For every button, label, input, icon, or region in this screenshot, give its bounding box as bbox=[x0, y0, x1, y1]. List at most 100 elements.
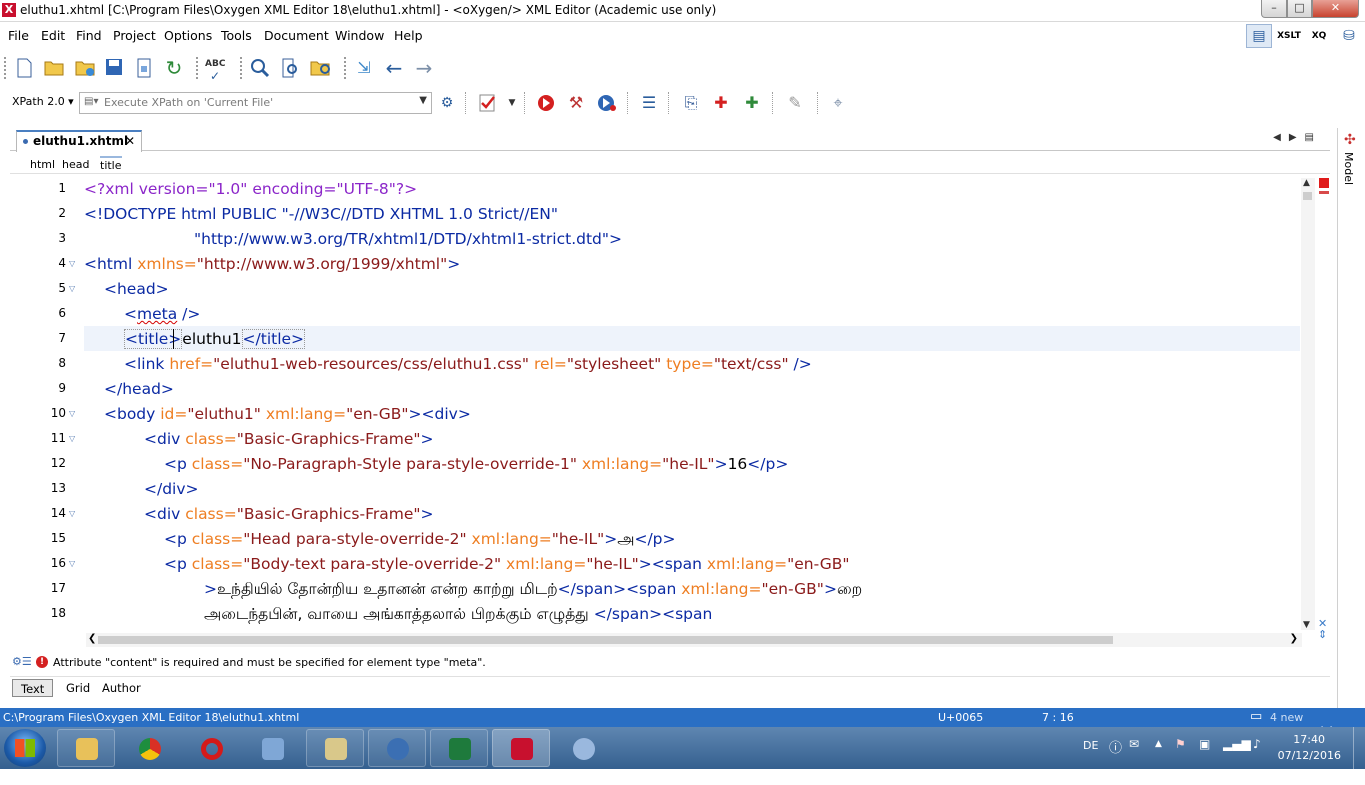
model-view-tab[interactable]: Model bbox=[1342, 152, 1355, 185]
fold-toggle-icon[interactable]: ▽ bbox=[69, 284, 75, 293]
find-replace-folder-icon[interactable] bbox=[310, 58, 330, 78]
toolbar-grip[interactable] bbox=[4, 57, 7, 79]
fold-toggle-icon[interactable]: ▽ bbox=[69, 409, 75, 418]
help-icon[interactable]: ⓘ bbox=[1109, 737, 1122, 756]
toolbar-grip[interactable] bbox=[240, 57, 243, 79]
menu-edit[interactable]: Edit bbox=[41, 28, 65, 43]
vertical-scroll-thumb[interactable] bbox=[1303, 192, 1312, 200]
maximize-button[interactable]: □ bbox=[1287, 0, 1312, 18]
tab-author-mode[interactable]: Author bbox=[94, 679, 149, 697]
scroll-right-icon[interactable]: ❯ bbox=[1290, 633, 1298, 644]
show-desktop-button[interactable] bbox=[1353, 727, 1365, 769]
close-button[interactable]: ✕ bbox=[1312, 0, 1359, 18]
pin-red-icon[interactable]: ✚ bbox=[711, 93, 731, 113]
xquery-debugger-perspective[interactable]: XQ bbox=[1306, 24, 1332, 48]
fold-toggle-icon[interactable]: ▽ bbox=[69, 259, 75, 268]
close-tab-icon[interactable]: ✕ bbox=[125, 134, 135, 148]
find-icon[interactable] bbox=[250, 58, 270, 78]
scroll-down-icon[interactable]: ▼ bbox=[1303, 620, 1310, 630]
breadcrumb-title[interactable]: title bbox=[100, 156, 122, 172]
pin-green-icon[interactable]: ✚ bbox=[742, 93, 762, 113]
last-edit-location-icon[interactable]: ⇲ bbox=[354, 58, 374, 78]
breadcrumb-head[interactable]: head bbox=[62, 158, 89, 171]
thunderbird-taskbar-icon[interactable] bbox=[368, 729, 426, 767]
notepad-taskbar-icon[interactable] bbox=[306, 729, 364, 767]
fold-toggle-icon[interactable]: ▽ bbox=[69, 434, 75, 443]
chevron-down-icon[interactable]: ▼ bbox=[419, 95, 427, 106]
print-preview-icon[interactable] bbox=[134, 58, 154, 78]
fold-toggle-icon[interactable]: ▽ bbox=[69, 509, 75, 518]
xpath-history-icon[interactable]: ▤▾ bbox=[84, 96, 98, 107]
editor-perspective-icon[interactable]: ▤ bbox=[1246, 24, 1272, 48]
toolbar-grip[interactable] bbox=[344, 57, 347, 79]
scroll-up-icon[interactable]: ▲ bbox=[1303, 178, 1310, 188]
chrome-taskbar-icon[interactable] bbox=[120, 729, 178, 767]
error-marker[interactable] bbox=[1319, 191, 1329, 194]
menu-find[interactable]: Find bbox=[76, 28, 102, 43]
xslt-debugger-perspective[interactable]: XSLT bbox=[1276, 24, 1302, 48]
forward-arrow-icon[interactable]: → bbox=[414, 58, 434, 78]
new-file-icon[interactable] bbox=[14, 58, 34, 78]
oxygen-taskbar-icon[interactable] bbox=[492, 729, 550, 767]
excel-taskbar-icon[interactable] bbox=[430, 729, 488, 767]
clock-date[interactable]: 07/12/2016 bbox=[1278, 749, 1341, 762]
network-icon[interactable]: ▂▄▆ bbox=[1223, 737, 1251, 751]
open-folder-icon[interactable] bbox=[44, 58, 64, 78]
debug-scenario-icon[interactable] bbox=[596, 93, 616, 113]
fold-toggle-icon[interactable]: ▽ bbox=[69, 559, 75, 568]
xpath-version-select[interactable]: XPath 2.0 ▾ bbox=[12, 95, 74, 108]
xpath-settings-gear-icon[interactable]: ⚙ bbox=[437, 93, 457, 113]
model-view-icon[interactable]: ✣ bbox=[1344, 132, 1356, 148]
language-indicator[interactable]: DE bbox=[1083, 739, 1098, 752]
clock-time[interactable]: 17:40 bbox=[1293, 733, 1325, 746]
action-center-icon[interactable]: ⚑ bbox=[1175, 737, 1186, 751]
xpath-doc-icon[interactable]: ⎘ bbox=[681, 93, 701, 113]
save-icon[interactable] bbox=[104, 58, 124, 78]
explorer-taskbar-icon[interactable] bbox=[57, 729, 115, 767]
start-button[interactable] bbox=[4, 729, 46, 767]
menu-document[interactable]: Document bbox=[264, 28, 329, 43]
minimize-button[interactable]: – bbox=[1261, 0, 1287, 18]
validate-icon[interactable] bbox=[478, 93, 498, 113]
problems-settings-icon[interactable]: ⚙☰ bbox=[12, 655, 32, 668]
menu-file[interactable]: File bbox=[8, 28, 29, 43]
configure-transformation-icon[interactable]: ⚒ bbox=[566, 93, 586, 113]
error-marker[interactable] bbox=[1319, 178, 1329, 188]
open-url-icon[interactable] bbox=[75, 58, 95, 78]
menu-window[interactable]: Window bbox=[335, 28, 384, 43]
tab-navigation-icons[interactable]: ◀▶▤ bbox=[1273, 132, 1322, 143]
menu-tools[interactable]: Tools bbox=[221, 28, 252, 43]
spell-check-icon[interactable]: ABC ✓ bbox=[205, 58, 225, 82]
scroll-left-icon[interactable]: ❮ bbox=[88, 633, 96, 644]
paint-taskbar-icon[interactable] bbox=[554, 729, 612, 767]
horizontal-scrollbar[interactable]: ❮ ❯ bbox=[86, 633, 1302, 647]
notes-taskbar-icon[interactable] bbox=[243, 729, 301, 767]
reload-icon[interactable]: ↻ bbox=[164, 58, 184, 78]
menu-help[interactable]: Help bbox=[394, 28, 423, 43]
database-perspective[interactable]: ⛁ bbox=[1336, 24, 1362, 48]
format-indent-icon[interactable]: ☰ bbox=[639, 93, 659, 113]
show-hidden-icons-chevron-icon[interactable]: ▲ bbox=[1155, 739, 1162, 749]
mail-notify-icon[interactable]: ✉ bbox=[1129, 737, 1139, 751]
opera-taskbar-icon[interactable] bbox=[182, 729, 240, 767]
find-in-files-icon[interactable] bbox=[280, 58, 300, 78]
tab-grid-mode[interactable]: Grid bbox=[58, 679, 98, 697]
back-arrow-icon[interactable]: ← bbox=[384, 58, 404, 78]
breadcrumb-html[interactable]: html bbox=[30, 158, 55, 171]
horizontal-scroll-thumb[interactable] bbox=[98, 636, 1113, 644]
code-editor[interactable]: 1 2 3 4 ▽ 5 ▽ 6 7 8 9 10 ▽ 11 ▽ 12 13 14… bbox=[10, 176, 1316, 632]
vertical-scrollbar[interactable]: ▲ ▼ bbox=[1301, 178, 1315, 630]
volume-icon[interactable]: ♪ bbox=[1253, 737, 1261, 751]
devices-icon[interactable]: ▣ bbox=[1199, 737, 1210, 751]
menu-project[interactable]: Project bbox=[113, 28, 156, 43]
menu-options[interactable]: Options bbox=[164, 28, 212, 43]
toolbar-grip[interactable] bbox=[196, 57, 199, 79]
expand-collapse-icon[interactable]: ✕ ⇕ bbox=[1318, 618, 1327, 640]
tab-eluthu1-xhtml[interactable]: eluthu1.xhtml ✕ bbox=[16, 130, 142, 152]
xpath-input[interactable]: ▤▾ Execute XPath on 'Current File' ▼ bbox=[79, 92, 432, 114]
messages-icon[interactable]: ▭ bbox=[1250, 709, 1262, 724]
validate-dropdown-chevron-icon[interactable]: ▼ bbox=[502, 93, 522, 113]
apply-transformation-icon[interactable] bbox=[536, 93, 556, 113]
tab-text-mode[interactable]: Text bbox=[12, 679, 54, 697]
error-message[interactable]: Attribute "content" is required and must… bbox=[53, 656, 486, 669]
